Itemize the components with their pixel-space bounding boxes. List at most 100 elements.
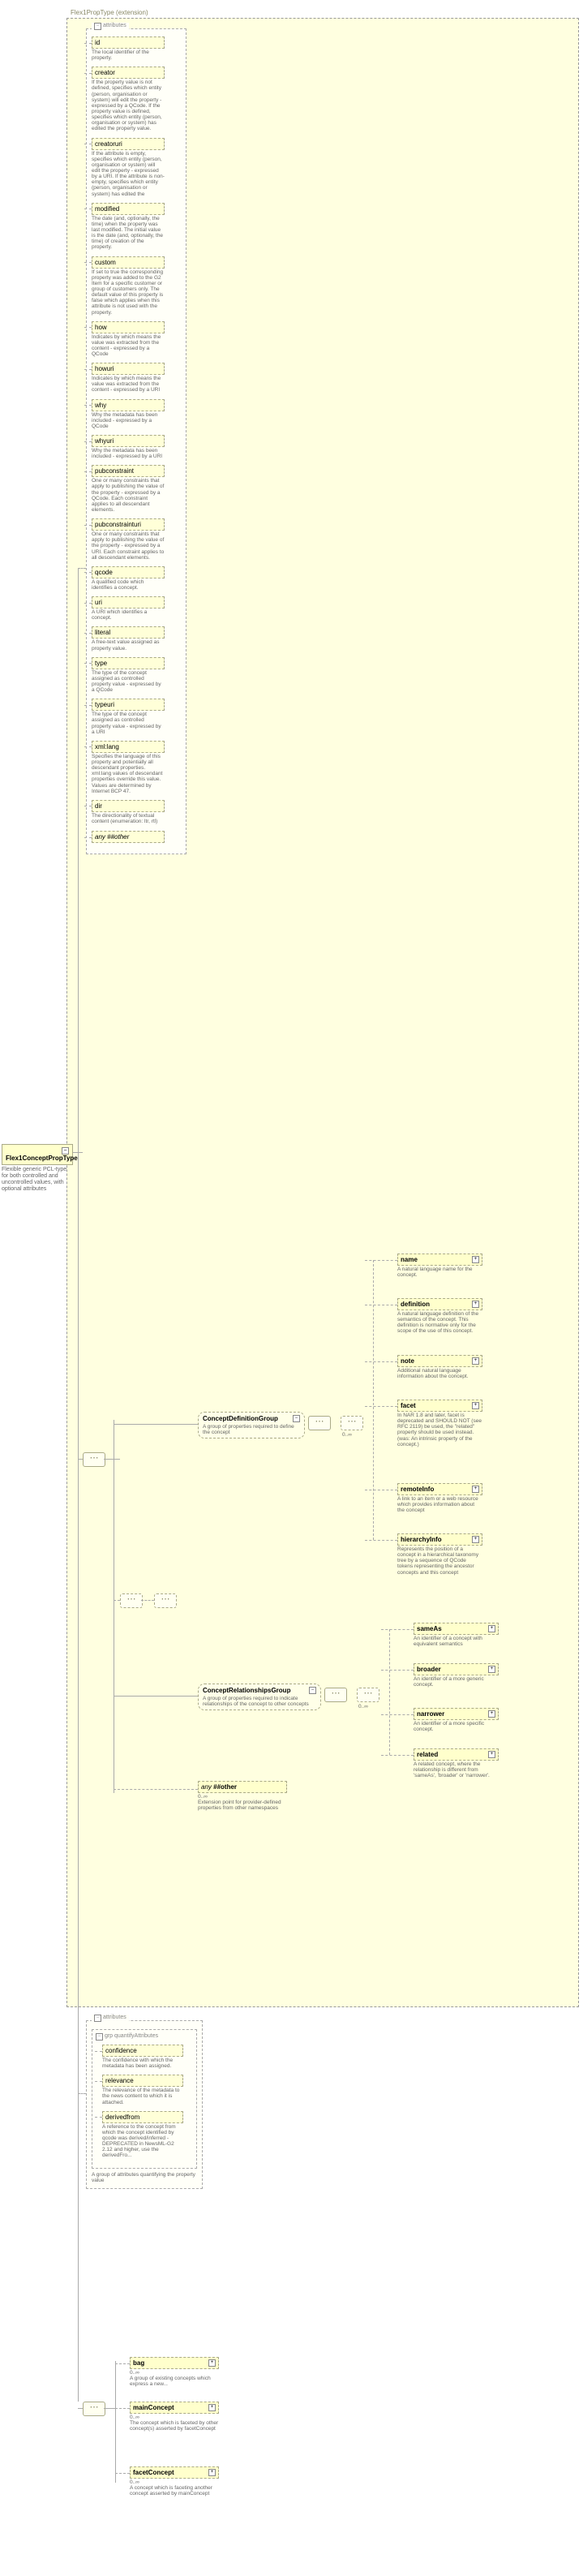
- expand-icon[interactable]: +: [472, 1256, 479, 1263]
- element-hierarchyInfo: hierarchyInfo+: [397, 1533, 482, 1546]
- element-desc: An identifier of a more generic concept.: [414, 1676, 499, 1688]
- attr-desc: One or many constraints that apply to pu…: [92, 478, 165, 513]
- element-facet: facet+: [397, 1400, 482, 1412]
- attr-why: why: [92, 399, 165, 411]
- element-desc: Additional natural language information …: [397, 1368, 482, 1379]
- element-remoteInfo: remoteInfo+: [397, 1483, 482, 1495]
- group-conceptrelationships: ConceptRelationshipsGroup − A group of p…: [198, 1684, 321, 1710]
- expand-icon[interactable]: +: [488, 1710, 495, 1718]
- root-desc: Flexible generic PCL-type for both contr…: [2, 1167, 73, 1193]
- expand-icon[interactable]: +: [472, 1301, 479, 1308]
- attr-desc: A URI which identifies a concept.: [92, 609, 165, 621]
- attr-desc: Why the metadata has been included - exp…: [92, 448, 165, 459]
- expand-icon[interactable]: +: [488, 1751, 495, 1758]
- attr-literal: literal: [92, 626, 165, 639]
- extension-label: Flex1PropType (extension): [71, 9, 148, 16]
- element-broader: broader+: [414, 1663, 499, 1675]
- expand-icon[interactable]: +: [472, 1536, 479, 1543]
- element-desc: 0..∞A group of existing concepts which e…: [130, 2370, 219, 2387]
- element-definition: definition+: [397, 1298, 482, 1310]
- attr-desc: Indicates by which means the value was e…: [92, 376, 165, 393]
- element-desc: Represents the position of a concept in …: [397, 1546, 482, 1576]
- choice-compositor: [341, 1416, 363, 1430]
- attr-pubconstraint: pubconstraint: [92, 465, 165, 477]
- attr-whyuri: whyuri: [92, 435, 165, 447]
- attr-custom: custom: [92, 256, 165, 269]
- expand-icon[interactable]: +: [208, 2404, 216, 2411]
- attr-desc: If set to true the corresponding propert…: [92, 269, 165, 316]
- expand-icon[interactable]: +: [472, 1357, 479, 1365]
- expand-icon[interactable]: +: [208, 2359, 216, 2367]
- expand-icon[interactable]: +: [488, 1666, 495, 1673]
- attr-desc: The relevance of the metadata to the new…: [102, 2088, 183, 2105]
- attr-desc: The confidence with which the metadata h…: [102, 2058, 183, 2069]
- attr-desc: Indicates by which means the value was e…: [92, 334, 165, 358]
- attr-xml:lang: xml:lang: [92, 741, 165, 753]
- attr-relevance: relevance: [102, 2075, 183, 2087]
- attr-desc: Specifies the language of this property …: [92, 754, 165, 794]
- quantify-group-desc: A group of attributes quantifying the pr…: [92, 2172, 197, 2183]
- attr-desc: If the attribute is empty, specifies whi…: [92, 151, 165, 197]
- attr-desc: One or many constraints that apply to pu…: [92, 531, 165, 561]
- collapse-icon[interactable]: −: [62, 1147, 69, 1155]
- attr-desc: The type of the concept assigned as cont…: [92, 670, 165, 694]
- attributes-label: − attributes: [92, 2015, 129, 2022]
- attr-modified: modified: [92, 203, 165, 215]
- attr-desc: The local identifier of the property.: [92, 49, 165, 61]
- expand-icon[interactable]: +: [472, 1486, 479, 1493]
- attr-creatoruri: creatoruri: [92, 138, 165, 150]
- attr-desc: The type of the concept assigned as cont…: [92, 712, 165, 735]
- attr-desc: A free-text value assigned as property v…: [92, 639, 165, 651]
- attr-how: how: [92, 321, 165, 333]
- expand-icon[interactable]: +: [208, 2469, 216, 2476]
- attr-typeuri: typeuri: [92, 699, 165, 711]
- cardinality: 0..∞: [342, 1432, 352, 1438]
- element-related: related+: [414, 1748, 499, 1761]
- attr-id: id: [92, 37, 165, 49]
- attr-qcode: qcode: [92, 566, 165, 578]
- any-other-element: any ##other 0..∞ Extension point for pro…: [198, 1781, 287, 1811]
- sequence-compositor: [154, 1593, 177, 1608]
- cardinality: 0..∞: [358, 1704, 368, 1709]
- element-desc: 0..∞The concept which is faceted by othe…: [130, 2415, 219, 2432]
- element-narrower: narrower+: [414, 1708, 499, 1720]
- element-name: name+: [397, 1254, 482, 1266]
- sequence-compositor: [120, 1593, 143, 1608]
- element-mainConcept: mainConcept+: [130, 2402, 219, 2414]
- collapse-icon[interactable]: −: [293, 1415, 300, 1422]
- root-type: − Flex1ConceptPropType: [2, 1144, 73, 1165]
- element-desc: In NAR 1.8 and later, facet is deprecate…: [397, 1413, 482, 1447]
- attr-desc: The directionality of textual content (e…: [92, 813, 165, 824]
- attr-confidence: confidence: [102, 2045, 183, 2057]
- element-desc: An identifier of a more specific concept…: [414, 1721, 499, 1732]
- choice-compositor: [357, 1688, 379, 1702]
- group-conceptdefinition: ConceptDefinitionGroup − A group of prop…: [198, 1412, 305, 1439]
- attributes-label: − attributes: [92, 23, 129, 30]
- collapse-icon[interactable]: −: [309, 1687, 316, 1694]
- attr-pubconstrainturi: pubconstrainturi: [92, 518, 165, 531]
- attr-howuri: howuri: [92, 363, 165, 375]
- sequence-compositor: [324, 1688, 347, 1702]
- attr-uri: uri: [92, 596, 165, 609]
- attr-type: type: [92, 657, 165, 669]
- element-facetConcept: facetConcept+: [130, 2466, 219, 2479]
- expand-icon[interactable]: +: [488, 1625, 495, 1632]
- attr-desc: A qualified code which identifies a conc…: [92, 579, 165, 591]
- attr-creator: creator: [92, 67, 165, 79]
- quantify-group-label: − grp quantifyAttributes: [96, 2033, 193, 2041]
- element-bag: bag+: [130, 2357, 219, 2369]
- element-note: note+: [397, 1355, 482, 1367]
- element-desc: An identifier of a concept with equivale…: [414, 1636, 499, 1647]
- expand-icon[interactable]: +: [472, 1402, 479, 1409]
- element-desc: A link to an item or a web resource whic…: [397, 1496, 482, 1513]
- sequence-compositor: [83, 1452, 105, 1467]
- element-desc: A natural language name for the concept.: [397, 1266, 482, 1278]
- element-sameAs: sameAs+: [414, 1623, 499, 1635]
- any-other-attr: any ##other: [92, 831, 165, 843]
- element-desc: A related concept, where the relationshi…: [414, 1761, 499, 1778]
- attr-derivedfrom: derivedfrom: [102, 2111, 183, 2123]
- attr-desc: If the property value is not defined, sp…: [92, 80, 165, 131]
- attr-desc: The date (and, optionally, the time) whe…: [92, 216, 165, 251]
- element-desc: A natural language definition of the sem…: [397, 1311, 482, 1335]
- attr-desc: Why the metadata has been included - exp…: [92, 412, 165, 429]
